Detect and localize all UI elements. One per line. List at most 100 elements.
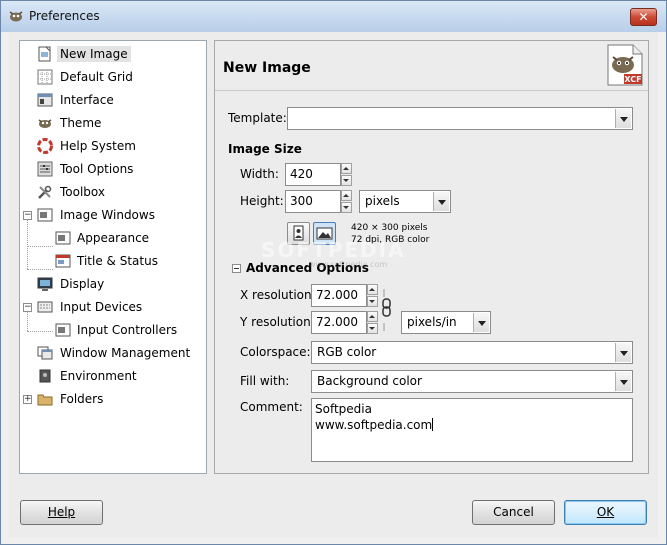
fill-with-value: Background color (317, 374, 422, 388)
sidebar-item-input-controllers[interactable]: Input Controllers (20, 320, 206, 341)
chevron-down-icon (615, 372, 631, 391)
x-resolution-field[interactable]: 72.000 (311, 284, 367, 307)
window-title: Preferences (29, 9, 100, 23)
preferences-window: Preferences ✕ New Image Default Grid Int… (0, 0, 667, 545)
y-resolution-stepper[interactable] (367, 311, 378, 334)
close-button[interactable]: ✕ (630, 8, 657, 26)
sidebar-item-label: Window Management (60, 346, 191, 360)
sidebar-item-interface[interactable]: Interface (20, 90, 206, 111)
sidebar-item-environment[interactable]: Environment (20, 366, 206, 387)
template-combo[interactable] (287, 107, 633, 130)
advanced-collapse-icon[interactable] (232, 264, 241, 273)
help-button-label: Help (47, 505, 76, 519)
fill-with-combo[interactable]: Background color (311, 370, 633, 393)
sidebar-item-label: Appearance (77, 231, 150, 245)
close-icon: ✕ (638, 10, 649, 24)
theme-icon (38, 119, 52, 128)
expand-expander-icon[interactable]: + (23, 395, 32, 404)
cancel-button[interactable]: Cancel (472, 500, 555, 525)
sidebar-item-label: Interface (60, 93, 114, 107)
dialog-client: New Image Default Grid Interface Theme H… (9, 32, 658, 538)
text-caret (432, 418, 434, 431)
width-stepper[interactable] (341, 163, 352, 186)
resolution-unit-combo[interactable]: pixels/in (401, 311, 491, 334)
colorspace-combo[interactable]: RGB color (311, 341, 633, 364)
sidebar-item-label: Image Windows (60, 208, 155, 222)
folders-icon (37, 394, 53, 406)
size-unit-combo[interactable]: pixels (359, 190, 451, 213)
collapse-expander-icon[interactable]: − (23, 303, 32, 312)
appearance-icon (55, 231, 71, 245)
sidebar-item-label: Environment (60, 369, 137, 383)
height-label: Height: (240, 194, 284, 208)
svg-text:XCF: XCF (624, 75, 641, 84)
sidebar-item-help-system[interactable]: Help System (20, 136, 206, 157)
sidebar-item-label: Default Grid (60, 70, 133, 84)
ok-button[interactable]: OK (564, 500, 647, 525)
comment-line: Softpedia (315, 402, 372, 416)
spin-up-icon[interactable] (341, 163, 352, 174)
help-button[interactable]: Help (20, 500, 103, 525)
image-windows-icon (37, 208, 53, 222)
ok-button-label: OK (596, 505, 615, 519)
sidebar-item-window-management[interactable]: Window Management (20, 343, 206, 364)
sidebar-item-label: Title & Status (77, 254, 158, 268)
comment-textarea[interactable]: Softpedia www.softpedia.com (311, 398, 633, 462)
x-resolution-stepper[interactable] (367, 284, 378, 307)
chevron-down-icon (615, 343, 631, 362)
spin-up-icon[interactable] (367, 311, 378, 322)
chevron-down-icon (615, 109, 631, 128)
width-field[interactable]: 420 (285, 163, 341, 186)
sidebar-item-label: Input Controllers (77, 323, 178, 337)
sidebar-item-new-image[interactable]: New Image (20, 44, 206, 65)
panel-header: New Image XCF (215, 41, 648, 91)
height-field[interactable]: 300 (285, 190, 341, 213)
spin-down-icon[interactable] (341, 175, 352, 186)
sidebar-item-input-devices[interactable]: − Input Devices (20, 297, 206, 318)
environment-icon (39, 369, 51, 383)
chevron-down-icon (473, 313, 489, 332)
preferences-tree[interactable]: New Image Default Grid Interface Theme H… (19, 40, 207, 474)
grid-icon (37, 69, 53, 85)
sidebar-item-title-status[interactable]: Title & Status (20, 251, 206, 272)
sidebar-item-toolbox[interactable]: Toolbox (20, 182, 206, 203)
collapse-expander-icon[interactable]: − (23, 211, 32, 220)
y-resolution-field[interactable]: 72.000 (311, 311, 367, 334)
width-label: Width: (240, 167, 279, 181)
display-icon (37, 277, 53, 291)
spin-up-icon[interactable] (367, 284, 378, 295)
sidebar-item-label: Tool Options (60, 162, 134, 176)
spin-down-icon[interactable] (341, 202, 352, 213)
sidebar-item-image-windows[interactable]: − Image Windows (20, 205, 206, 226)
chain-link-icon[interactable] (382, 289, 392, 331)
gimp-app-icon (9, 11, 23, 22)
spin-up-icon[interactable] (341, 190, 352, 201)
spin-down-icon[interactable] (367, 323, 378, 334)
input-devices-icon (37, 301, 53, 313)
sidebar-item-theme[interactable]: Theme (20, 113, 206, 134)
sidebar-item-label: Theme (60, 116, 102, 130)
toolbox-icon (38, 185, 52, 199)
interface-icon (37, 93, 53, 107)
sidebar-item-display[interactable]: Display (20, 274, 206, 295)
sidebar-item-default-grid[interactable]: Default Grid (20, 67, 206, 88)
sidebar-item-label: Toolbox (60, 185, 105, 199)
sidebar-item-tool-options[interactable]: Tool Options (20, 159, 206, 180)
comment-line: www.softpedia.com (315, 418, 433, 432)
watermark: SOFTPEDIA (261, 238, 406, 262)
image-size-heading: Image Size (228, 142, 302, 156)
sidebar-item-folders[interactable]: + Folders (20, 389, 206, 410)
size-unit-value: pixels (365, 194, 400, 208)
y-resolution-label: Y resolution: (240, 315, 315, 329)
sidebar-item-appearance[interactable]: Appearance (20, 228, 206, 249)
height-stepper[interactable] (341, 190, 352, 213)
sidebar-item-label: Help System (60, 139, 136, 153)
sidebar-item-label: Input Devices (60, 300, 143, 314)
colorspace-label: Colorspace: (240, 345, 311, 359)
spin-down-icon[interactable] (367, 296, 378, 307)
size-info-dimensions: 420 × 300 pixels (351, 223, 428, 233)
tool-options-icon (37, 161, 53, 177)
window-management-icon (37, 346, 53, 360)
page-title: New Image (223, 60, 311, 76)
title-bar[interactable]: Preferences ✕ (1, 1, 666, 32)
